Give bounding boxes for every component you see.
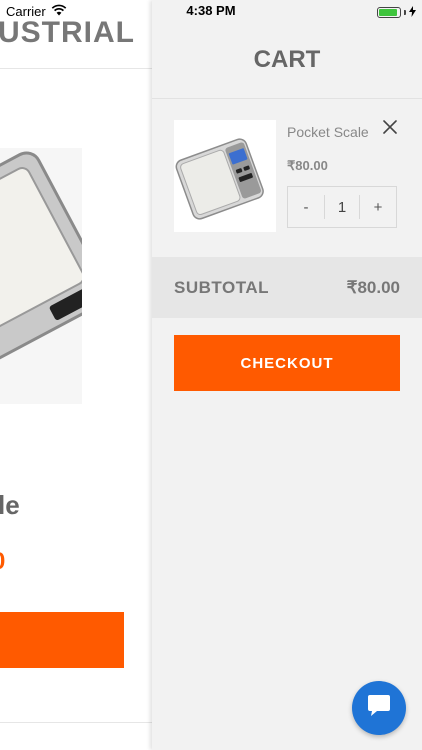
- status-time: 4:38 PM: [186, 3, 236, 18]
- battery-indicator: [377, 5, 416, 20]
- product-price: 0: [0, 548, 5, 576]
- chat-icon: [366, 694, 392, 723]
- cart-title-divider: [152, 98, 422, 99]
- close-icon: [383, 119, 397, 139]
- chat-button[interactable]: [352, 681, 406, 735]
- product-image: [0, 148, 82, 404]
- increment-button[interactable]: +: [360, 187, 396, 227]
- remove-item-button[interactable]: [379, 118, 401, 140]
- subtotal-bar: SUBTOTAL ₹80.00: [152, 257, 422, 318]
- cart-drawer: CART Pocket Scale ₹80.00 - 1 + SUBTOTAL …: [152, 0, 422, 750]
- background-product-page: USTRIAL le 0: [0, 0, 152, 750]
- cart-item-price: ₹80.00: [287, 158, 328, 173]
- header-divider: [0, 68, 152, 69]
- cart-item-image[interactable]: [174, 120, 276, 232]
- subtotal-label: SUBTOTAL: [174, 277, 269, 297]
- status-bar: Carrier 4:38 PM: [0, 0, 422, 22]
- decrement-button[interactable]: -: [288, 187, 324, 227]
- quantity-value[interactable]: 1: [324, 195, 360, 219]
- cart-item-name[interactable]: Pocket Scale: [287, 124, 369, 140]
- product-title: le: [0, 490, 20, 520]
- charging-icon: [409, 5, 416, 20]
- subtotal-value: ₹80.00: [346, 277, 400, 297]
- checkout-button[interactable]: CHECKOUT: [174, 335, 400, 391]
- cart-title: CART: [253, 46, 321, 73]
- add-to-cart-button[interactable]: [0, 612, 124, 668]
- footer-divider: [0, 722, 152, 723]
- cart-item: Pocket Scale ₹80.00 - 1 +: [174, 118, 402, 238]
- quantity-stepper: - 1 +: [287, 186, 397, 228]
- battery-icon: [377, 7, 401, 18]
